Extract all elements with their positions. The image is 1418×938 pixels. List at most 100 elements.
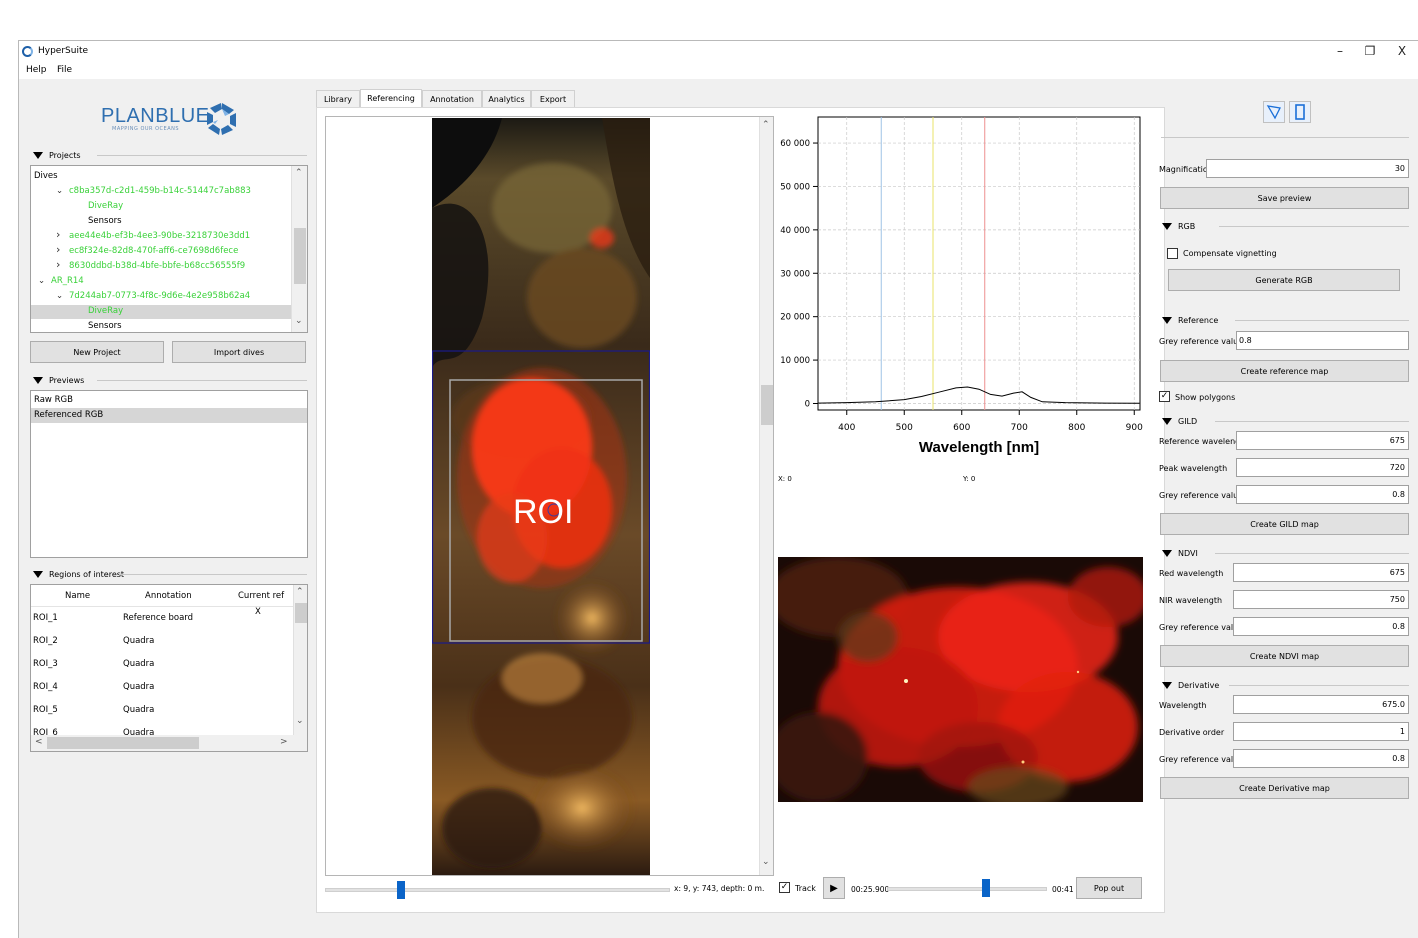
create-derivative-map-button[interactable]: Create Derivative map bbox=[1160, 777, 1409, 799]
time-slider-track[interactable] bbox=[887, 887, 1047, 891]
create-ndvi-map-button[interactable]: Create NDVI map bbox=[1160, 645, 1409, 667]
tree-item[interactable]: Sensors bbox=[31, 215, 291, 229]
hyperspectral-image-view[interactable]: ROI ⌃ ⌄ bbox=[325, 116, 774, 876]
frame-slider-thumb[interactable] bbox=[396, 881, 405, 899]
show-polygons-checkbox[interactable]: ✓ bbox=[1159, 391, 1170, 402]
collapse-arrow-icon[interactable]: › bbox=[56, 228, 60, 241]
table-row[interactable]: ROI_2 Quadra bbox=[31, 630, 293, 652]
column-header-annotation[interactable]: Annotation bbox=[145, 591, 192, 601]
scroll-right-icon[interactable]: > bbox=[280, 737, 288, 747]
menu-help[interactable]: Help bbox=[26, 65, 47, 75]
tree-item[interactable]: DiveRay bbox=[31, 200, 291, 214]
tree-item[interactable]: DiveRay bbox=[31, 305, 291, 319]
projects-scroll-thumb[interactable] bbox=[294, 228, 306, 284]
gild-ref-wavelength-input[interactable]: 675 bbox=[1236, 431, 1409, 450]
table-row[interactable]: ROI_5 Quadra bbox=[31, 699, 293, 721]
preview-item-raw-rgb[interactable]: Raw RGB bbox=[31, 393, 307, 408]
roi-scroll-thumb[interactable] bbox=[295, 603, 307, 623]
generate-rgb-button[interactable]: Generate RGB bbox=[1168, 269, 1400, 291]
save-preview-button[interactable]: Save preview bbox=[1160, 187, 1409, 209]
preview-item-referenced-rgb[interactable]: Referenced RGB bbox=[31, 408, 307, 423]
plot-area[interactable] bbox=[817, 116, 1141, 411]
minimize-button[interactable]: – bbox=[1325, 44, 1355, 58]
derivative-wavelength-input[interactable]: 675.0 bbox=[1233, 695, 1409, 714]
tree-item[interactable]: ⌄ 7d244ab7-0773-4f8c-9d6e-4e2e958b62a4 bbox=[31, 290, 291, 304]
tab-annotation[interactable]: Annotation bbox=[422, 90, 482, 107]
close-button[interactable]: X bbox=[1387, 44, 1417, 58]
roi-header[interactable]: Regions of interest bbox=[33, 570, 124, 579]
roi-scrollbar-vertical[interactable]: ⌃ ⌄ bbox=[293, 585, 307, 735]
frame-slider-track[interactable] bbox=[325, 888, 670, 892]
gild-header[interactable]: GILD bbox=[1162, 417, 1197, 426]
time-slider-thumb[interactable] bbox=[982, 879, 991, 897]
scroll-down-icon[interactable]: ⌄ bbox=[296, 716, 304, 726]
collapse-arrow-icon[interactable]: › bbox=[56, 243, 60, 256]
tree-item[interactable]: Sensors bbox=[31, 320, 291, 332]
restore-button[interactable]: ❐ bbox=[1355, 44, 1385, 58]
projects-header[interactable]: Projects bbox=[33, 151, 81, 160]
expand-arrow-icon[interactable]: ⌄ bbox=[56, 291, 63, 301]
column-header-current-ref[interactable]: Current ref bbox=[238, 591, 284, 601]
tree-item[interactable]: ⌄ c8ba357d-c2d1-459b-b14c-51447c7ab883 bbox=[31, 185, 291, 199]
gild-peak-wavelength-input[interactable]: 720 bbox=[1236, 458, 1409, 477]
import-dives-button[interactable]: Import dives bbox=[172, 341, 306, 363]
expand-arrow-icon[interactable]: ⌄ bbox=[56, 186, 63, 196]
x-tick-label: 700 bbox=[1011, 423, 1028, 433]
rectangle-tool-button[interactable] bbox=[1289, 101, 1311, 123]
tree-item[interactable]: › 8630ddbd-b38d-4bfe-bbfe-b68cc56555f9 bbox=[31, 258, 291, 274]
previews-list[interactable]: Raw RGB Referenced RGB bbox=[30, 390, 308, 558]
ndvi-header[interactable]: NDVI bbox=[1162, 549, 1198, 558]
reference-grey-input[interactable]: 0.8 bbox=[1236, 331, 1409, 350]
create-gild-map-button[interactable]: Create GILD map bbox=[1160, 513, 1409, 535]
projects-tree[interactable]: Dives ⌄ c8ba357d-c2d1-459b-b14c-51447c7ab8… bbox=[30, 165, 308, 333]
pop-out-button[interactable]: Pop out bbox=[1076, 877, 1142, 899]
magnification-input[interactable]: 30 bbox=[1206, 159, 1409, 178]
derivative-header[interactable]: Derivative bbox=[1162, 681, 1219, 690]
reference-header[interactable]: Reference bbox=[1162, 316, 1218, 325]
polygon-tool-button[interactable] bbox=[1263, 101, 1285, 123]
tree-item[interactable]: › ec8f324e-82d8-470f-aff6-ce7698d6fece bbox=[31, 243, 291, 259]
tab-export[interactable]: Export bbox=[531, 90, 575, 107]
roi-table[interactable]: Name Annotation Current ref ROI_1 Referen… bbox=[30, 584, 308, 752]
scroll-up-icon[interactable]: ⌃ bbox=[296, 587, 304, 597]
scroll-up-icon[interactable]: ⌃ bbox=[762, 120, 770, 130]
gild-grey-input[interactable]: 0.8 bbox=[1236, 485, 1409, 504]
table-row[interactable]: ROI_4 Quadra bbox=[31, 676, 293, 698]
scroll-down-icon[interactable]: ⌄ bbox=[762, 857, 770, 867]
collapse-arrow-icon[interactable]: › bbox=[56, 258, 60, 271]
roi-label: ROI bbox=[513, 493, 574, 531]
table-row[interactable]: ROI_3 Quadra bbox=[31, 653, 293, 675]
previews-header[interactable]: Previews bbox=[33, 376, 84, 385]
projects-scrollbar[interactable]: ⌃ ⌄ bbox=[291, 166, 307, 332]
table-row[interactable]: ROI_1 Reference board X bbox=[31, 607, 293, 629]
scroll-left-icon[interactable]: < bbox=[35, 737, 43, 747]
app-logo-icon bbox=[22, 46, 33, 57]
tab-referencing[interactable]: Referencing bbox=[360, 89, 422, 107]
track-checkbox[interactable]: ✓ bbox=[779, 882, 790, 893]
play-button[interactable]: ▶ bbox=[823, 877, 845, 899]
roi-table-header: Name Annotation Current ref bbox=[31, 585, 293, 607]
compensate-vignetting-checkbox[interactable] bbox=[1167, 248, 1178, 259]
rgb-header[interactable]: RGB bbox=[1162, 222, 1195, 231]
ndvi-red-input[interactable]: 675 bbox=[1233, 563, 1409, 582]
tree-item[interactable]: Dives bbox=[31, 170, 291, 184]
tab-library[interactable]: Library bbox=[316, 90, 360, 107]
roi-scrollbar-horizontal[interactable]: < > bbox=[31, 735, 307, 751]
column-header-name[interactable]: Name bbox=[65, 591, 90, 601]
scroll-up-icon[interactable]: ⌃ bbox=[295, 168, 303, 178]
rgb-preview-image[interactable] bbox=[778, 557, 1143, 802]
derivative-grey-input[interactable]: 0.8 bbox=[1233, 749, 1409, 768]
tree-item[interactable]: ⌄ AR_R14 bbox=[31, 275, 291, 289]
tab-analytics[interactable]: Analytics bbox=[482, 90, 531, 107]
menu-file[interactable]: File bbox=[57, 65, 72, 75]
scroll-down-icon[interactable]: ⌄ bbox=[295, 316, 303, 326]
roi-hscroll-thumb[interactable] bbox=[47, 737, 199, 749]
expand-arrow-icon[interactable]: ⌄ bbox=[38, 276, 45, 286]
ndvi-nir-input[interactable]: 750 bbox=[1233, 590, 1409, 609]
spectrum-chart[interactable]: 400 500 600 700 800 900 0 10 000 20 000 30 000 40 … bbox=[771, 111, 1143, 471]
new-project-button[interactable]: New Project bbox=[30, 341, 164, 363]
tree-item[interactable]: › aee44e4b-ef3b-4ee3-90be-3218730e3dd1 bbox=[31, 228, 291, 244]
derivative-order-input[interactable]: 1 bbox=[1233, 722, 1409, 741]
ndvi-grey-input[interactable]: 0.8 bbox=[1233, 617, 1409, 636]
create-reference-map-button[interactable]: Create reference map bbox=[1160, 360, 1409, 382]
